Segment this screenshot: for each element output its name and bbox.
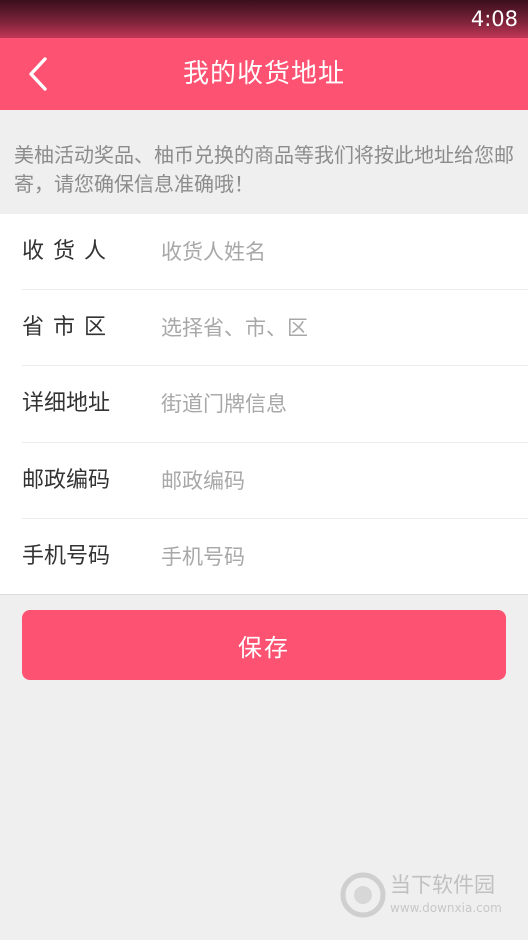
recipient-label: 收货人 [22, 239, 116, 264]
postal-code-input[interactable] [161, 456, 511, 505]
street-address-label: 详细地址 [22, 391, 111, 417]
region-row[interactable]: 省市区 [22, 290, 528, 367]
status-time: 4:08 [470, 7, 518, 31]
region-label: 省市区 [22, 315, 116, 341]
status-bar: 4:08 [0, 0, 528, 38]
phone-input[interactable] [161, 532, 511, 581]
shipping-notice: 美柚活动奖品、柚币兑换的商品等我们将按此地址给您邮寄，请您确保信息准确哦！ [14, 143, 514, 196]
watermark-title: 当下软件园 [390, 873, 495, 897]
phone-label: 手机号码 [22, 543, 111, 569]
back-button[interactable] [14, 48, 62, 100]
street-address-row[interactable]: 详细地址 [22, 366, 528, 443]
recipient-input[interactable] [161, 228, 511, 276]
phone-row[interactable]: 手机号码 [22, 519, 528, 595]
address-screen: 4:08 我的收货地址 美柚活动奖品、柚币兑换的商品等我们将按此地址给您邮寄，请… [0, 0, 528, 940]
address-form: 收货人 省市区 详细地址 邮政编码 手机号码 [0, 214, 528, 595]
recipient-row[interactable]: 收货人 [22, 214, 528, 291]
watermark-url: www.downxia.com [390, 901, 502, 915]
region-select[interactable] [161, 304, 511, 353]
watermark: 当下软件园 www.downxia.com [340, 868, 520, 924]
downxia-logo-icon [340, 872, 386, 918]
street-address-input[interactable] [161, 380, 511, 429]
postal-code-label: 邮政编码 [22, 467, 111, 493]
save-button[interactable]: 保存 [22, 610, 506, 680]
postal-code-row[interactable]: 邮政编码 [22, 443, 528, 519]
app-header: 我的收货地址 [0, 38, 528, 110]
page-title: 我的收货地址 [182, 59, 345, 89]
chevron-left-icon [29, 57, 47, 91]
